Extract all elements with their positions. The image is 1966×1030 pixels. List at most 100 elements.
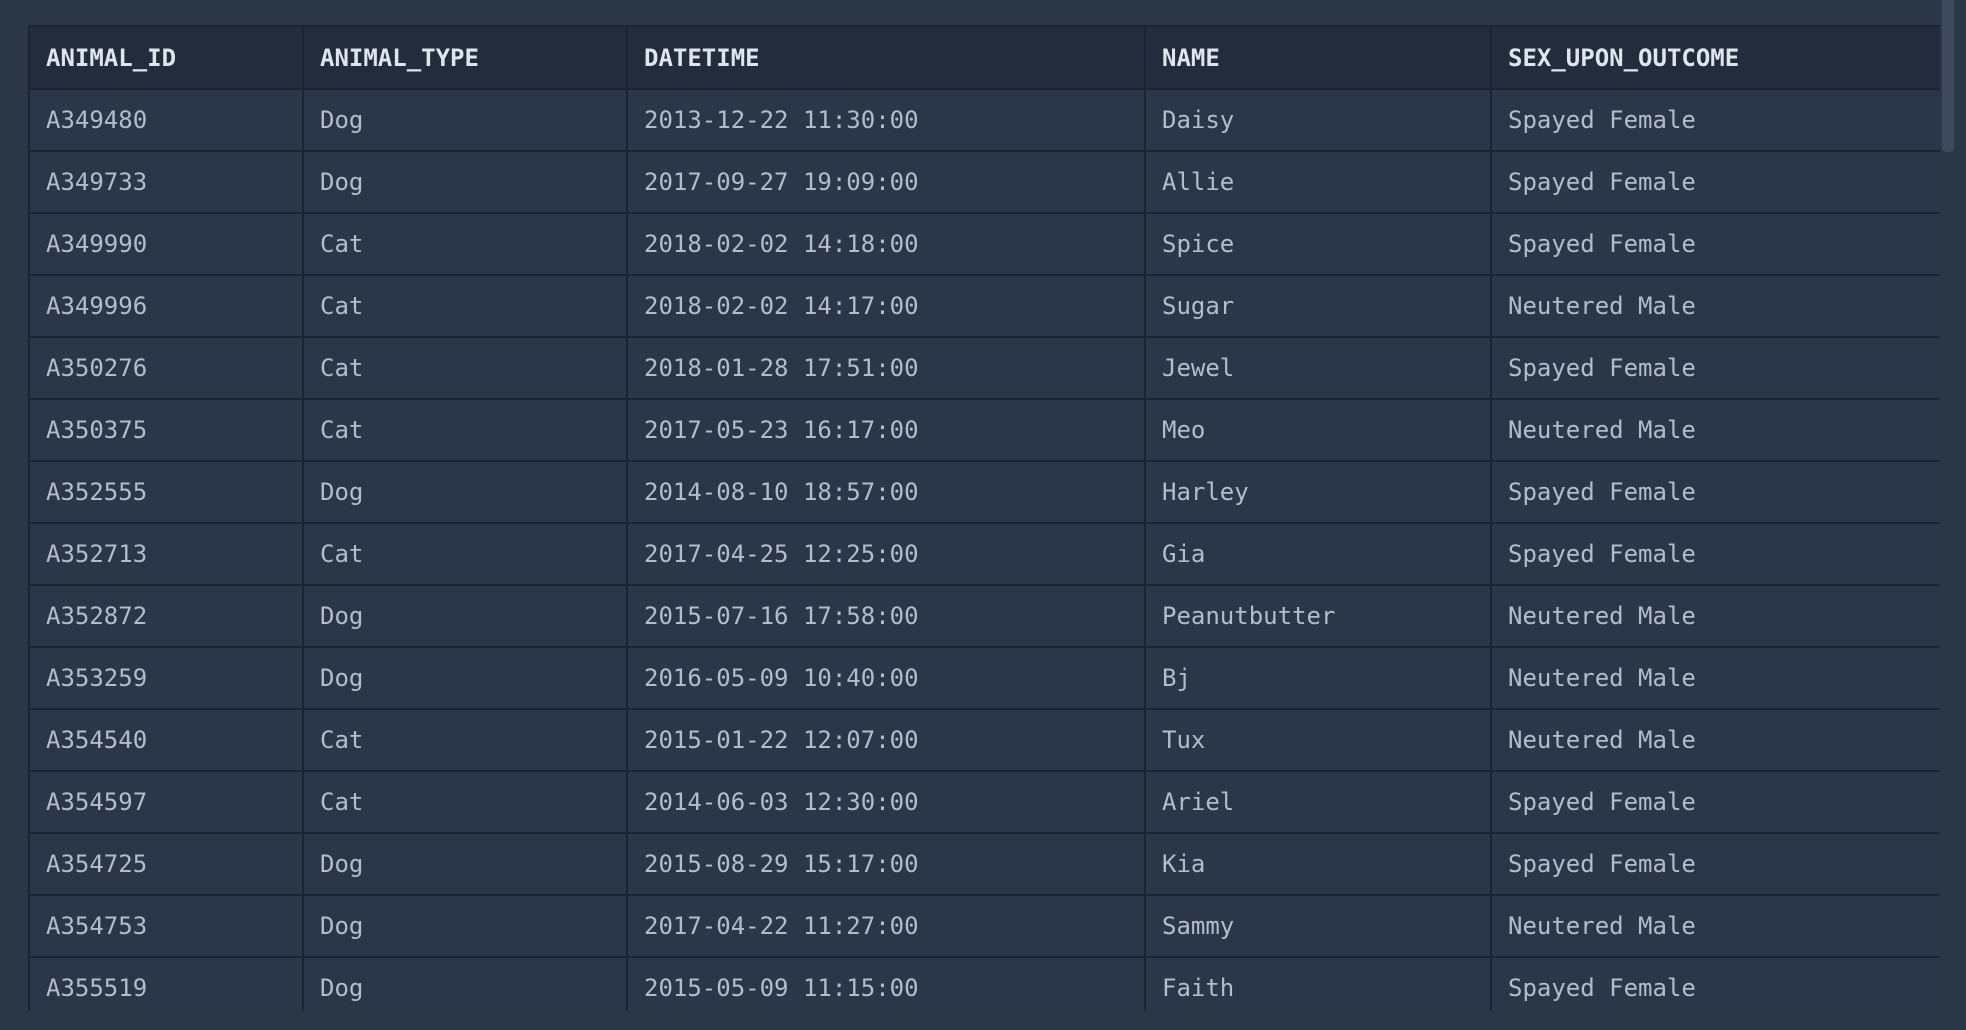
cell-datetime[interactable]: 2017-04-25 12:25:00 <box>626 522 1146 586</box>
cell-animal-id[interactable]: A354597 <box>28 770 304 834</box>
table-row[interactable]: A349480 Dog 2013-12-22 11:30:00 Daisy Spayed… <box>28 88 1940 152</box>
cell-animal-type[interactable]: Cat <box>302 770 628 834</box>
table-row[interactable]: A353259 Dog 2016-05-09 10:40:00 Bj Neutered … <box>28 646 1940 710</box>
cell-animal-type[interactable]: Cat <box>302 274 628 338</box>
column-header-datetime[interactable]: DATETIME <box>626 25 1146 90</box>
cell-datetime[interactable]: 2015-08-29 15:17:00 <box>626 832 1146 896</box>
cell-datetime[interactable]: 2015-01-22 12:07:00 <box>626 708 1146 772</box>
table-row[interactable]: A352713 Cat 2017-04-25 12:25:00 Gia Spayed F… <box>28 522 1940 586</box>
cell-sex-upon-outcome[interactable]: Spayed Female <box>1490 832 1940 896</box>
cell-name[interactable]: Bj <box>1144 646 1492 710</box>
vertical-scrollbar-thumb[interactable] <box>1942 0 1954 152</box>
cell-sex-upon-outcome[interactable]: Neutered Male <box>1490 894 1940 958</box>
cell-name[interactable]: Gia <box>1144 522 1492 586</box>
cell-animal-id[interactable]: A349733 <box>28 150 304 214</box>
cell-datetime[interactable]: 2015-05-09 11:15:00 <box>626 956 1146 1011</box>
cell-datetime[interactable]: 2015-07-16 17:58:00 <box>626 584 1146 648</box>
cell-sex-upon-outcome[interactable]: Spayed Female <box>1490 150 1940 214</box>
cell-animal-id[interactable]: A354725 <box>28 832 304 896</box>
cell-animal-type[interactable]: Dog <box>302 832 628 896</box>
cell-sex-upon-outcome[interactable]: Spayed Female <box>1490 336 1940 400</box>
cell-name[interactable]: Sammy <box>1144 894 1492 958</box>
cell-name[interactable]: Daisy <box>1144 88 1492 152</box>
cell-datetime[interactable]: 2014-08-10 18:57:00 <box>626 460 1146 524</box>
cell-sex-upon-outcome[interactable]: Neutered Male <box>1490 398 1940 462</box>
cell-name[interactable]: Faith <box>1144 956 1492 1011</box>
cell-animal-type[interactable]: Dog <box>302 150 628 214</box>
cell-sex-upon-outcome[interactable]: Neutered Male <box>1490 708 1940 772</box>
cell-sex-upon-outcome[interactable]: Spayed Female <box>1490 460 1940 524</box>
cell-datetime[interactable]: 2013-12-22 11:30:00 <box>626 88 1146 152</box>
cell-animal-id[interactable]: A352872 <box>28 584 304 648</box>
cell-sex-upon-outcome[interactable]: Spayed Female <box>1490 522 1940 586</box>
cell-datetime[interactable]: 2017-04-22 11:27:00 <box>626 894 1146 958</box>
table-row[interactable]: A349996 Cat 2018-02-02 14:17:00 Sugar Neuter… <box>28 274 1940 338</box>
cell-animal-type[interactable]: Dog <box>302 956 628 1011</box>
table-body: A349480 Dog 2013-12-22 11:30:00 Daisy Spayed… <box>28 88 1940 1011</box>
cell-name[interactable]: Harley <box>1144 460 1492 524</box>
column-header-animal-id[interactable]: ANIMAL_ID <box>28 25 304 90</box>
cell-name[interactable]: Sugar <box>1144 274 1492 338</box>
cell-name[interactable]: Kia <box>1144 832 1492 896</box>
cell-sex-upon-outcome[interactable]: Neutered Male <box>1490 646 1940 710</box>
cell-datetime[interactable]: 2018-02-02 14:18:00 <box>626 212 1146 276</box>
cell-name[interactable]: Tux <box>1144 708 1492 772</box>
table-row[interactable]: A350375 Cat 2017-05-23 16:17:00 Meo Neutered… <box>28 398 1940 462</box>
header-row: ANIMAL_ID ANIMAL_TYPE DATETIME NAME SEX_… <box>28 25 1940 90</box>
cell-datetime[interactable]: 2014-06-03 12:30:00 <box>626 770 1146 834</box>
cell-datetime[interactable]: 2016-05-09 10:40:00 <box>626 646 1146 710</box>
results-viewport[interactable]: ANIMAL_ID ANIMAL_TYPE DATETIME NAME SEX_… <box>28 25 1940 1011</box>
cell-animal-type[interactable]: Dog <box>302 646 628 710</box>
table-row[interactable]: A355519 Dog 2015-05-09 11:15:00 Faith Spayed… <box>28 956 1940 1011</box>
cell-animal-id[interactable]: A349990 <box>28 212 304 276</box>
table-row[interactable]: A349733 Dog 2017-09-27 19:09:00 Allie Spayed… <box>28 150 1940 214</box>
table-row[interactable]: A354753 Dog 2017-04-22 11:27:00 Sammy Neuter… <box>28 894 1940 958</box>
cell-name[interactable]: Peanutbutter <box>1144 584 1492 648</box>
cell-animal-type[interactable]: Cat <box>302 398 628 462</box>
column-header-animal-type[interactable]: ANIMAL_TYPE <box>302 25 628 90</box>
cell-name[interactable]: Spice <box>1144 212 1492 276</box>
cell-sex-upon-outcome[interactable]: Neutered Male <box>1490 584 1940 648</box>
cell-animal-id[interactable]: A355519 <box>28 956 304 1011</box>
cell-animal-type[interactable]: Cat <box>302 336 628 400</box>
cell-animal-type[interactable]: Cat <box>302 522 628 586</box>
cell-name[interactable]: Meo <box>1144 398 1492 462</box>
cell-animal-type[interactable]: Dog <box>302 88 628 152</box>
table-row[interactable]: A352555 Dog 2014-08-10 18:57:00 Harley Spaye… <box>28 460 1940 524</box>
cell-datetime[interactable]: 2018-01-28 17:51:00 <box>626 336 1146 400</box>
cell-animal-id[interactable]: A353259 <box>28 646 304 710</box>
cell-animal-type[interactable]: Dog <box>302 584 628 648</box>
cell-name[interactable]: Jewel <box>1144 336 1492 400</box>
table-row[interactable]: A352872 Dog 2015-07-16 17:58:00 Peanutbutte… <box>28 584 1940 648</box>
cell-animal-id[interactable]: A354753 <box>28 894 304 958</box>
cell-sex-upon-outcome[interactable]: Spayed Female <box>1490 956 1940 1011</box>
column-header-name[interactable]: NAME <box>1144 25 1492 90</box>
cell-animal-id[interactable]: A349996 <box>28 274 304 338</box>
cell-animal-id[interactable]: A349480 <box>28 88 304 152</box>
cell-datetime[interactable]: 2017-09-27 19:09:00 <box>626 150 1146 214</box>
table-row[interactable]: A350276 Cat 2018-01-28 17:51:00 Jewel Spayed… <box>28 336 1940 400</box>
cell-animal-id[interactable]: A350375 <box>28 398 304 462</box>
table-row[interactable]: A354725 Dog 2015-08-29 15:17:00 Kia Spayed F… <box>28 832 1940 896</box>
cell-animal-id[interactable]: A354540 <box>28 708 304 772</box>
cell-animal-type[interactable]: Dog <box>302 460 628 524</box>
cell-animal-type[interactable]: Cat <box>302 708 628 772</box>
column-header-sex-upon-outcome[interactable]: SEX_UPON_OUTCOME <box>1490 25 1940 90</box>
cell-datetime[interactable]: 2017-05-23 16:17:00 <box>626 398 1146 462</box>
cell-sex-upon-outcome[interactable]: Spayed Female <box>1490 770 1940 834</box>
cell-animal-id[interactable]: A352555 <box>28 460 304 524</box>
cell-sex-upon-outcome[interactable]: Spayed Female <box>1490 88 1940 152</box>
table-row[interactable]: A349990 Cat 2018-02-02 14:18:00 Spice Spayed… <box>28 212 1940 276</box>
results-table: ANIMAL_ID ANIMAL_TYPE DATETIME NAME SEX_… <box>28 25 1940 1011</box>
cell-sex-upon-outcome[interactable]: Spayed Female <box>1490 212 1940 276</box>
cell-animal-type[interactable]: Dog <box>302 894 628 958</box>
table-row[interactable]: A354597 Cat 2014-06-03 12:30:00 Ariel Spayed… <box>28 770 1940 834</box>
cell-datetime[interactable]: 2018-02-02 14:17:00 <box>626 274 1146 338</box>
cell-animal-id[interactable]: A350276 <box>28 336 304 400</box>
cell-animal-type[interactable]: Cat <box>302 212 628 276</box>
cell-name[interactable]: Allie <box>1144 150 1492 214</box>
table-row[interactable]: A354540 Cat 2015-01-22 12:07:00 Tux Neutered… <box>28 708 1940 772</box>
cell-animal-id[interactable]: A352713 <box>28 522 304 586</box>
cell-name[interactable]: Ariel <box>1144 770 1492 834</box>
cell-sex-upon-outcome[interactable]: Neutered Male <box>1490 274 1940 338</box>
